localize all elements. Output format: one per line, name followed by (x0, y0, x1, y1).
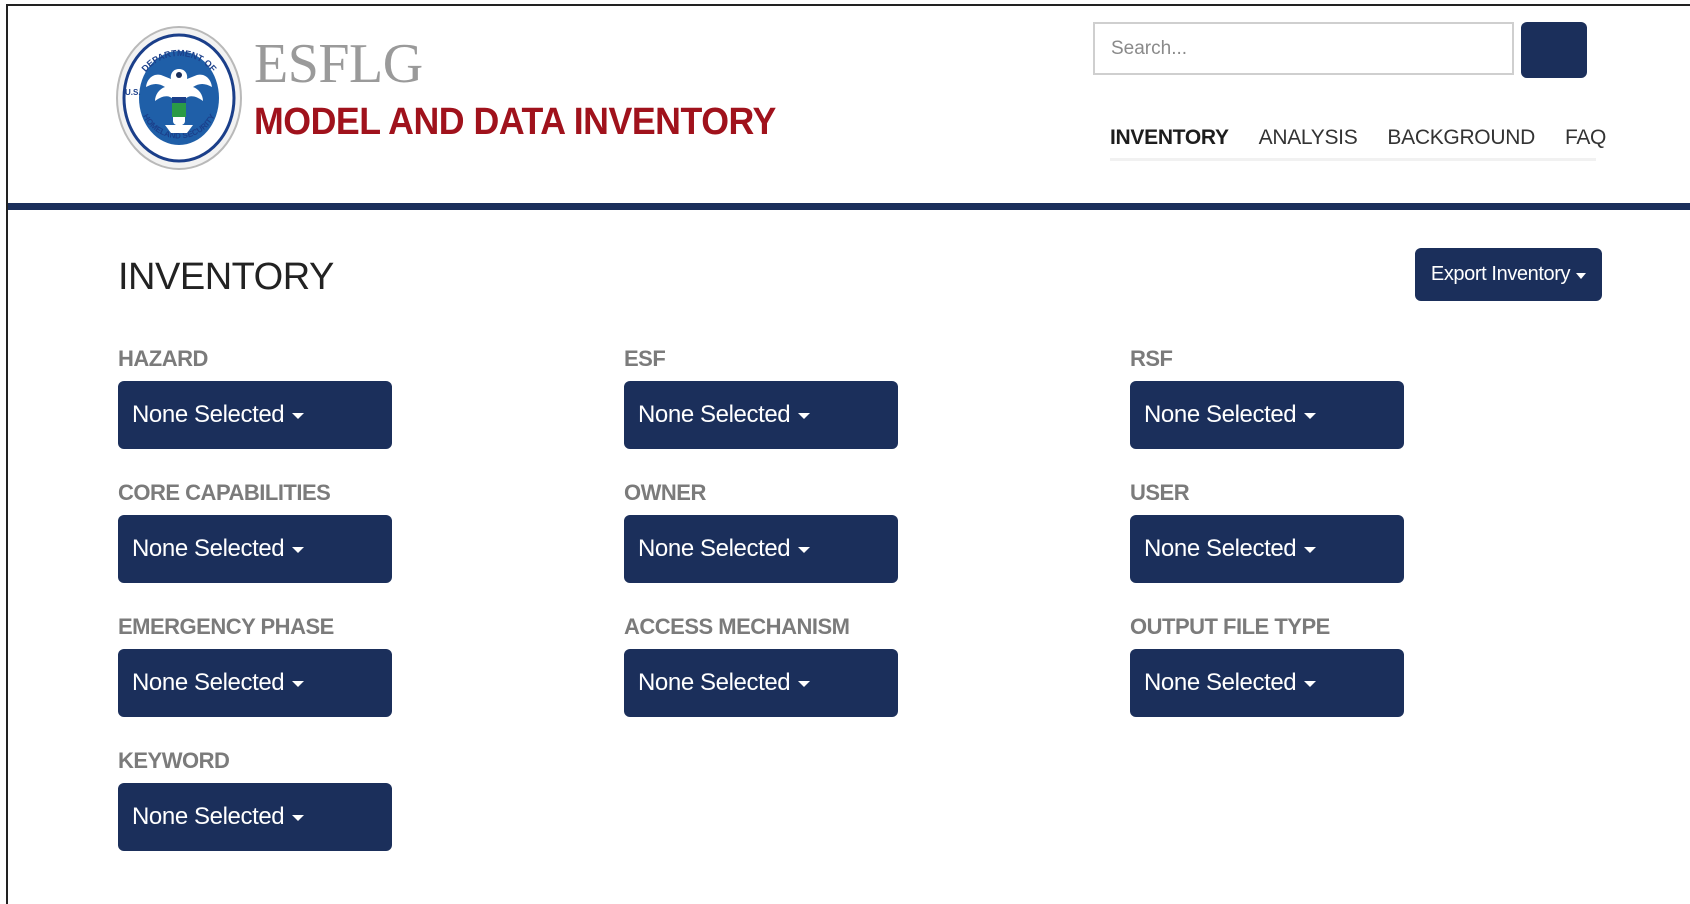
nav-background[interactable]: BACKGROUND (1387, 126, 1535, 150)
caret-down-icon (292, 413, 305, 419)
caret-down-icon (292, 681, 305, 687)
hazard-dropdown[interactable]: None Selected (118, 381, 392, 449)
brand-name: ESFLG (254, 33, 423, 95)
filter-label-esf: ESF (624, 346, 666, 371)
filter-user: USER None Selected (1130, 480, 1410, 583)
caret-down-icon (1576, 272, 1587, 279)
caret-down-icon (1304, 681, 1317, 687)
search-input[interactable] (1093, 22, 1514, 75)
filter-rsf: RSF None Selected (1130, 346, 1410, 449)
filter-label-core-capabilities: CORE CAPABILITIES (118, 480, 331, 505)
user-dropdown[interactable]: None Selected (1130, 515, 1404, 583)
caret-down-icon (292, 547, 305, 553)
export-inventory-label: Export Inventory (1430, 263, 1571, 285)
core-capabilities-dropdown[interactable]: None Selected (118, 515, 392, 583)
dhs-seal-icon: DEPARTMENT OF HOMELAND SECURITY U.S. (116, 26, 242, 170)
esf-dropdown[interactable]: None Selected (624, 381, 898, 449)
caret-down-icon (798, 547, 811, 553)
filter-label-output-file-type: OUTPUT FILE TYPE (1130, 614, 1330, 639)
export-inventory-button[interactable]: Export Inventory (1415, 248, 1602, 301)
filter-label-rsf: RSF (1130, 346, 1173, 371)
main-nav: INVENTORY ANALYSIS BACKGROUND FAQ (1110, 118, 1606, 161)
access-mechanism-dropdown[interactable]: None Selected (624, 649, 898, 717)
dropdown-value: None Selected (132, 401, 285, 428)
dropdown-value: None Selected (1144, 669, 1297, 696)
search-button[interactable] (1521, 22, 1587, 78)
filter-label-keyword: KEYWORD (118, 748, 230, 773)
caret-down-icon (1304, 413, 1317, 419)
brand-subtitle: MODEL AND DATA INVENTORY (254, 101, 776, 143)
dropdown-value: None Selected (1144, 401, 1297, 428)
filter-core-capabilities: CORE CAPABILITIES None Selected (118, 480, 398, 583)
filter-label-emergency-phase: EMERGENCY PHASE (118, 614, 334, 639)
filter-owner: OWNER None Selected (624, 480, 904, 583)
nav-inventory[interactable]: INVENTORY (1110, 126, 1229, 150)
output-file-type-dropdown[interactable]: None Selected (1130, 649, 1404, 717)
filter-esf: ESF None Selected (624, 346, 904, 449)
rsf-dropdown[interactable]: None Selected (1130, 381, 1404, 449)
filter-label-user: USER (1130, 480, 1190, 505)
dropdown-value: None Selected (638, 401, 791, 428)
filter-label-owner: OWNER (624, 480, 706, 505)
emergency-phase-dropdown[interactable]: None Selected (118, 649, 392, 717)
filter-access-mechanism: ACCESS MECHANISM None Selected (624, 614, 904, 717)
filter-keyword: KEYWORD None Selected (118, 748, 398, 851)
page-title: INVENTORY (118, 256, 334, 298)
owner-dropdown[interactable]: None Selected (624, 515, 898, 583)
caret-down-icon (1304, 547, 1317, 553)
dropdown-value: None Selected (638, 535, 791, 562)
nav-analysis[interactable]: ANALYSIS (1259, 126, 1358, 150)
caret-down-icon (292, 815, 305, 821)
dropdown-value: None Selected (132, 535, 285, 562)
filter-label-access-mechanism: ACCESS MECHANISM (624, 614, 850, 639)
filter-emergency-phase: EMERGENCY PHASE None Selected (118, 614, 398, 717)
filter-output-file-type: OUTPUT FILE TYPE None Selected (1130, 614, 1410, 717)
caret-down-icon (798, 413, 811, 419)
seal-text-us: U.S. (125, 88, 141, 97)
filter-label-hazard: HAZARD (118, 346, 208, 371)
dropdown-value: None Selected (638, 669, 791, 696)
keyword-dropdown[interactable]: None Selected (118, 783, 392, 851)
dropdown-value: None Selected (132, 669, 285, 696)
header-divider (8, 203, 1690, 210)
dropdown-value: None Selected (132, 803, 285, 830)
caret-down-icon (798, 681, 811, 687)
dropdown-value: None Selected (1144, 535, 1297, 562)
nav-faq[interactable]: FAQ (1565, 126, 1606, 150)
filter-hazard: HAZARD None Selected (118, 346, 398, 449)
